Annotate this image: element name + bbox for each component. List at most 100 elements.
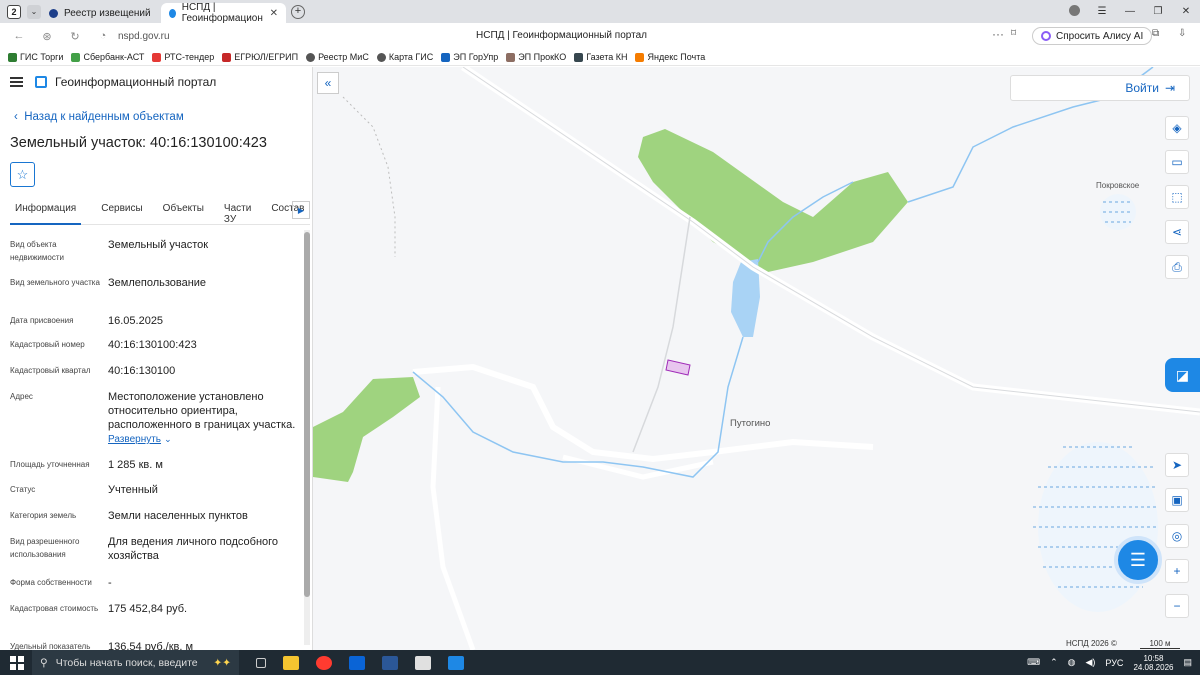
village-label: Путогино <box>730 418 770 429</box>
restore-icon[interactable]: ❐ <box>1144 6 1172 17</box>
zoom-out-button[interactable]: − <box>1165 594 1189 618</box>
globe-icon <box>306 52 316 62</box>
egrul-icon <box>222 52 232 62</box>
word-icon[interactable] <box>382 655 398 670</box>
bookmark-item[interactable]: Яндекс Почта <box>635 52 705 62</box>
language-indicator[interactable]: РУС <box>1105 658 1123 668</box>
footpath <box>342 96 396 257</box>
land-parcel[interactable] <box>665 359 691 376</box>
reload-icon[interactable]: ↻ <box>66 30 84 43</box>
print-button[interactable]: ⎙ <box>1165 255 1189 279</box>
favorite-star-icon[interactable]: ☆ <box>10 162 35 187</box>
share-icon: ⋖ <box>1171 225 1183 239</box>
hamburger-menu-icon[interactable] <box>10 75 23 89</box>
bookmark-item[interactable]: ЕГРЮЛ/ЕГРИП <box>222 52 298 62</box>
printer-icon: ⎙ <box>1172 259 1182 274</box>
alice-icon <box>1041 31 1051 41</box>
network-icon[interactable]: ◍ <box>1068 657 1076 668</box>
tab-info[interactable]: Информация <box>10 201 82 225</box>
collapse-panel-button[interactable]: « <box>317 72 339 94</box>
select-area-icon: ⬚ <box>1171 190 1183 204</box>
ep-icon <box>441 52 451 62</box>
yandex-browser-icon[interactable] <box>316 655 332 670</box>
tab-parts[interactable]: Части ЗУ <box>224 201 251 225</box>
taskbar-search[interactable]: ⚲ Чтобы начать поиск, введите ✦✦ <box>32 650 239 675</box>
map-widget-button[interactable]: ◪ <box>1165 358 1200 392</box>
bookmark-item[interactable]: ГИС Торги <box>8 52 63 62</box>
windows-start-icon[interactable] <box>10 655 24 670</box>
more-icon[interactable]: ··· <box>992 27 1004 41</box>
keyboard-icon[interactable]: ⌨ <box>1027 657 1040 668</box>
navigation-arrow-icon: ➤ <box>1171 458 1183 472</box>
geolocation-button[interactable]: ◎ <box>1165 524 1189 548</box>
tab-strip: 2 ⌄ Реестр извещений НСПД | Геоинформаци… <box>0 0 1200 24</box>
map-widget-icon: ◪ <box>1175 366 1190 383</box>
app-icon[interactable] <box>448 655 464 670</box>
tab-objects[interactable]: Объекты <box>163 201 204 224</box>
expand-link[interactable]: Развернуть ⌄ <box>108 432 303 447</box>
share-button[interactable]: ⋖ <box>1165 220 1189 244</box>
page-title: НСПД | Геоинформационный портал <box>476 30 647 41</box>
locate-button[interactable]: ➤ <box>1165 453 1189 477</box>
sber-icon <box>71 52 81 62</box>
search-icon: ⚲ <box>40 656 48 669</box>
gis-icon <box>8 52 17 62</box>
shield-icon[interactable]: ⊛ <box>38 30 56 43</box>
tab-label: Реестр извещений <box>64 7 151 19</box>
address-value: Местоположение установлено относительно … <box>108 391 296 431</box>
calculator-icon[interactable] <box>415 655 431 670</box>
alice-button[interactable]: Спросить Алису AI <box>1032 27 1153 45</box>
bookmark-item[interactable]: РТС-тендер <box>152 52 214 62</box>
layers-button[interactable]: ◈ <box>1165 116 1189 140</box>
url-field[interactable]: nspd.gov.ru <box>118 31 170 42</box>
explorer-icon[interactable] <box>283 655 299 670</box>
tab-dropdown-icon[interactable]: ⌄ <box>27 4 41 19</box>
notifications-icon[interactable]: ▤ <box>1183 657 1192 668</box>
minimize-icon[interactable]: — <box>1116 6 1144 17</box>
task-view-icon[interactable] <box>256 657 266 668</box>
tab-nspd[interactable]: НСПД | Геоинформацион ✕ <box>161 2 286 24</box>
measure-button[interactable]: ▭ <box>1165 150 1189 174</box>
bookmark-item[interactable]: Сбербанк-АСТ <box>71 52 144 62</box>
outlook-icon[interactable] <box>349 655 365 670</box>
tab-registry[interactable]: Реестр извещений <box>41 3 161 23</box>
clock[interactable]: 10:58 24.08.2026 <box>1133 654 1173 672</box>
portal-title: Геоинформационный портал <box>55 75 217 89</box>
select-area-button[interactable]: ⬚ <box>1165 185 1189 209</box>
chevron-up-icon[interactable]: ⌃ <box>1050 657 1058 668</box>
close-window-icon[interactable]: ✕ <box>1172 6 1200 17</box>
bookmark-item[interactable]: Реестр МиС <box>306 52 369 62</box>
favicon-icon <box>169 8 176 18</box>
bookmark-item[interactable]: ЭП ПрокКО <box>506 52 566 62</box>
new-tab-button[interactable]: + <box>291 4 305 19</box>
profile-icon[interactable] <box>1060 4 1088 19</box>
bookmark-item[interactable]: Карта ГИС <box>376 52 433 62</box>
zoom-in-button[interactable]: + <box>1165 559 1189 583</box>
tab-count-badge[interactable]: 2 <box>7 4 21 19</box>
minimap-button[interactable]: ▣ <box>1165 488 1189 512</box>
volume-icon[interactable]: ◀) <box>1085 657 1095 668</box>
info-panel: Геоинформационный портал ‹ Назад к найде… <box>0 67 313 650</box>
bookmark-icon[interactable]: ⌑ <box>1011 28 1016 39</box>
tabs-next-icon[interactable]: ▶ <box>292 201 310 219</box>
tab-services[interactable]: Сервисы <box>101 201 142 224</box>
download-icon[interactable]: ⇩ <box>1178 28 1186 39</box>
alice-label: Спросить Алису AI <box>1056 30 1144 42</box>
system-tray: ⌨ ⌃ ◍ ◀) РУС 10:58 24.08.2026 ▤ <box>1027 654 1192 672</box>
menu-icon[interactable]: ☰ <box>1088 6 1116 17</box>
back-icon[interactable]: ← <box>10 30 28 42</box>
chevron-down-icon: ⌄ <box>164 434 172 444</box>
extensions-icon[interactable]: ⧉ <box>1152 28 1159 39</box>
back-link[interactable]: ‹ Назад к найденным объектам <box>14 111 184 123</box>
chat-button[interactable]: ☰ <box>1114 536 1162 584</box>
bookmark-item[interactable]: ЭП ГорУпр <box>441 52 498 62</box>
panel-scrollbar[interactable] <box>304 230 310 645</box>
login-button[interactable]: Войти ⇥ <box>1010 75 1190 101</box>
map-canvas[interactable]: Путогино Покровское <box>313 67 1200 650</box>
kn-icon <box>574 52 584 62</box>
tab-label: НСПД | Геоинформацион <box>181 2 263 24</box>
village-label: Покровское <box>1096 181 1140 190</box>
bookmark-item[interactable]: Газета КН <box>574 52 627 62</box>
road <box>430 386 476 650</box>
close-tab-icon[interactable]: ✕ <box>270 8 278 19</box>
